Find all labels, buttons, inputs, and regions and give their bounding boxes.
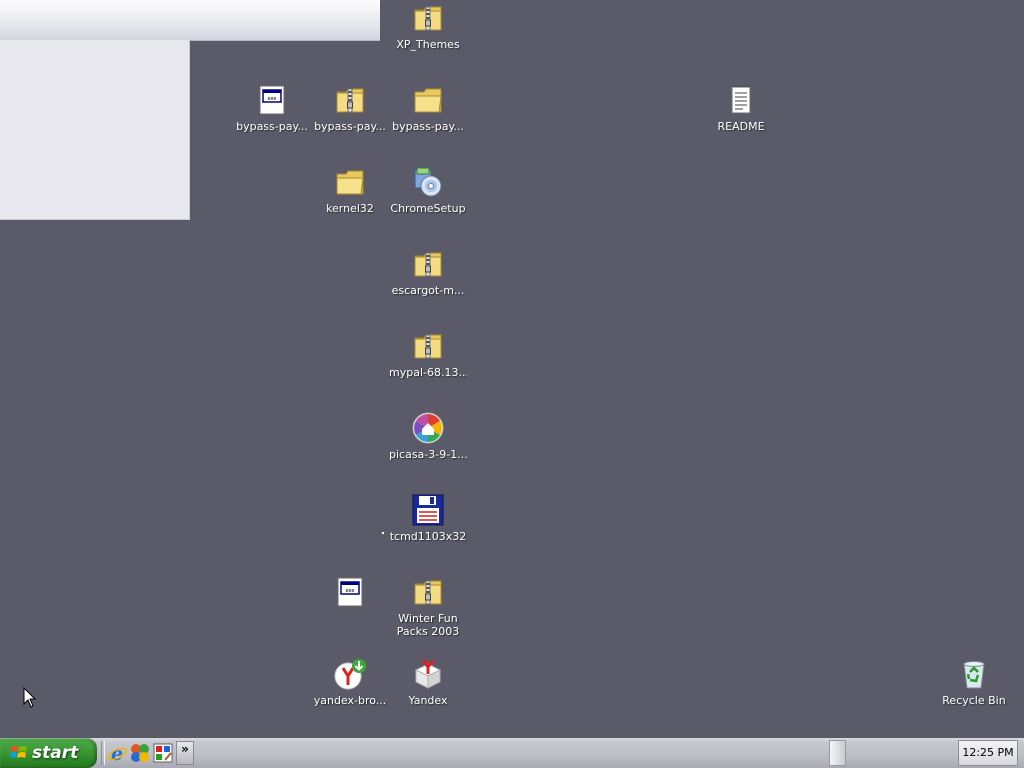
desktop-icon-label: bypass-pay... [236, 120, 308, 133]
desktop-icon-label: Winter Fun Packs 2003 [396, 612, 460, 638]
yandex-browser-installer-icon [334, 659, 366, 690]
stray-pixel [382, 532, 384, 534]
desktop-icon-readme[interactable]: README [702, 84, 780, 133]
desktop-icon-label: yandex-bro... [313, 694, 387, 707]
desktop-icon-label: ChromeSetup [390, 202, 466, 215]
internet-explorer-icon[interactable]: e [106, 742, 128, 764]
zip-folder-icon [414, 252, 442, 277]
desktop-icon-xp-themes[interactable]: XP_Themes [389, 2, 467, 51]
desktop-icon-winter-fun-packs[interactable]: Winter Fun Packs 2003 [389, 576, 467, 638]
picasa-icon [412, 412, 444, 444]
notification-area-toggle[interactable] [829, 740, 846, 766]
ghost-window-panel [0, 40, 190, 220]
application-window-icon: exe [259, 85, 285, 115]
desktop-icon-label: escargot-m... [391, 284, 465, 297]
paint-icon[interactable] [152, 742, 174, 764]
quick-launch-overflow-button[interactable]: » [176, 741, 194, 765]
zip-folder-icon [414, 6, 442, 31]
desktop[interactable]: XP_Themes exe bypass-pay... bypass-pay..… [0, 0, 1024, 738]
desktop-icon-label: bypass-pay... [314, 120, 386, 133]
desktop-icon-unnamed-app[interactable]: exe [311, 576, 389, 612]
quick-launch-separator [101, 741, 105, 765]
start-label: start [32, 743, 79, 763]
svg-text:e: e [111, 743, 123, 764]
desktop-icon-bypass-pay-zip[interactable]: bypass-pay... [311, 84, 389, 133]
desktop-icon-label: Yandex [408, 694, 448, 707]
svg-text:exe: exe [346, 588, 355, 594]
desktop-icon-label: README [717, 120, 765, 133]
windows-logo-icon [10, 746, 27, 758]
application-window-icon: exe [337, 577, 363, 607]
desktop-icon-label: kernel32 [326, 202, 374, 215]
desktop-icon-recycle-bin[interactable]: Recycle Bin [935, 658, 1013, 707]
setup-disc-icon [414, 167, 442, 197]
windows-media-icon[interactable] [129, 742, 151, 764]
folder-icon [336, 170, 364, 195]
desktop-icon-label: mypal-68.13... [389, 366, 467, 379]
desktop-icon-label: Recycle Bin [942, 694, 1006, 707]
desktop-icon-label: bypass-pay... [392, 120, 464, 133]
zip-folder-icon [414, 580, 442, 605]
desktop-icon-label: picasa-3-9-1... [389, 448, 467, 461]
desktop-icon-bypass-pay-app[interactable]: exe bypass-pay... [233, 84, 311, 133]
desktop-icon-escargot[interactable]: escargot-m... [389, 248, 467, 297]
taskbar-clock[interactable]: 12:25 PM [958, 740, 1018, 766]
text-document-icon [731, 85, 751, 114]
taskbar: start e » 12:25 PM [0, 738, 1024, 768]
recycle-bin-icon [963, 661, 985, 689]
yandex-box-icon [414, 659, 442, 689]
desktop-icon-label: tcmd1103x32 [389, 530, 467, 543]
desktop-icon-kernel32[interactable]: kernel32 [311, 166, 389, 215]
desktop-icon-yandex-browser[interactable]: yandex-bro... [311, 658, 389, 707]
folder-icon [414, 88, 442, 113]
start-button[interactable]: start [0, 738, 97, 768]
desktop-icon-mypal[interactable]: mypal-68.13... [389, 330, 467, 379]
desktop-icon-label: XP_Themes [396, 38, 460, 51]
zip-folder-icon [414, 334, 442, 359]
desktop-icon-bypass-pay-folder[interactable]: bypass-pay... [389, 84, 467, 133]
ghost-window-titlebar [0, 0, 380, 41]
desktop-icon-picasa[interactable]: picasa-3-9-1... [389, 412, 467, 461]
svg-text:exe: exe [268, 96, 277, 102]
mouse-pointer-icon [23, 687, 37, 708]
desktop-icon-yandex[interactable]: Yandex [389, 658, 467, 707]
zip-folder-icon [336, 88, 364, 113]
desktop-icon-tcmd[interactable]: tcmd1103x32 [389, 494, 467, 543]
desktop-icon-chromesetup[interactable]: ChromeSetup [389, 166, 467, 215]
floppy-disk-icon [412, 494, 444, 526]
